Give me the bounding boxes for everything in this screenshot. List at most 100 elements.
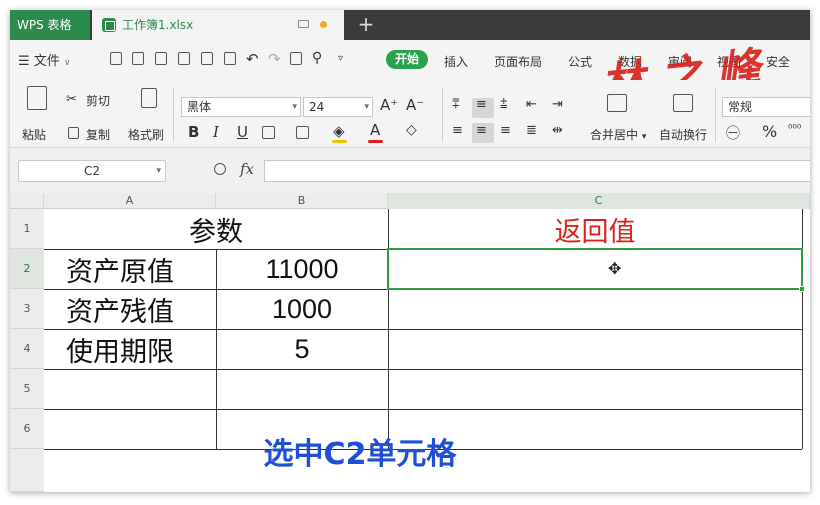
- font-color-icon[interactable]: A: [370, 121, 380, 139]
- align-bottom-icon[interactable]: ⩲: [500, 97, 508, 112]
- cross-cursor-icon: ✥: [608, 259, 622, 278]
- zoom-icon[interactable]: [214, 163, 226, 175]
- justify-icon[interactable]: ≣: [526, 123, 537, 138]
- font-name-select[interactable]: 黑体 ▾: [181, 97, 301, 117]
- chevron-down-icon: ∨: [63, 58, 71, 68]
- cell-style-icon[interactable]: [296, 126, 309, 139]
- row-header-3[interactable]: 3: [10, 289, 44, 329]
- preview-icon[interactable]: [224, 52, 236, 65]
- group-divider: [173, 88, 174, 142]
- wrap-text-icon: [673, 94, 693, 112]
- column-header-b[interactable]: B: [216, 193, 388, 209]
- outdent-icon[interactable]: ⇤: [526, 97, 537, 112]
- row-header-blank: [10, 449, 44, 492]
- monitor-icon[interactable]: [298, 20, 309, 28]
- column-header-a[interactable]: A: [44, 193, 216, 209]
- print-preview-icon[interactable]: [201, 52, 213, 65]
- fill-color-swatch: [332, 140, 347, 143]
- cell-a1-merged[interactable]: 参数: [44, 209, 388, 249]
- file-menu[interactable]: ☰ 文件 ∨: [18, 50, 71, 69]
- fill-color-icon[interactable]: ◈: [333, 122, 345, 140]
- copy-button[interactable]: 复制: [86, 126, 110, 143]
- align-right-icon[interactable]: ≡: [500, 123, 511, 138]
- group-divider: [715, 88, 716, 142]
- distribute-icon[interactable]: ⇹: [552, 123, 563, 138]
- bold-button[interactable]: B: [188, 123, 199, 141]
- undo-icon[interactable]: ↶: [246, 50, 259, 68]
- tab-insert[interactable]: 插入: [444, 53, 468, 70]
- print-icon[interactable]: [178, 52, 190, 65]
- eraser-icon[interactable]: ◇: [406, 122, 417, 138]
- grow-font-button[interactable]: A⁺: [380, 96, 398, 114]
- cell-b3[interactable]: 1000: [216, 289, 388, 329]
- export-pdf-icon[interactable]: [290, 52, 302, 65]
- hamburger-icon: ☰: [18, 54, 30, 69]
- shrink-font-button[interactable]: A⁻: [406, 96, 424, 114]
- column-header-c[interactable]: C: [388, 193, 810, 209]
- file-menu-label: 文件: [33, 54, 60, 69]
- align-top-icon[interactable]: ⩱: [452, 97, 460, 112]
- find-icon[interactable]: ⚲: [312, 50, 322, 66]
- row-header-4[interactable]: 4: [10, 329, 44, 369]
- formula-input[interactable]: [264, 160, 810, 182]
- cell-c1[interactable]: 返回值: [388, 209, 802, 249]
- align-middle-icon[interactable]: ≡: [476, 97, 487, 112]
- row-header-5[interactable]: 5: [10, 369, 44, 409]
- file-tab[interactable]: 工作簿1.xlsx: [92, 10, 344, 40]
- spreadsheet-grid[interactable]: A B C 1 2 3 4 5 6 参数 返回值 资产原值 11000 资产残值…: [10, 193, 810, 492]
- font-size-select[interactable]: 24 ▾: [303, 97, 373, 117]
- cell-a4[interactable]: 使用期限: [66, 329, 216, 369]
- underline-button[interactable]: U: [237, 123, 248, 141]
- app-tab[interactable]: WPS 表格: [10, 10, 90, 40]
- borders-icon[interactable]: [262, 126, 275, 139]
- chevron-down-icon: ▾: [156, 166, 161, 176]
- select-all-corner[interactable]: [10, 193, 44, 209]
- name-box[interactable]: C2 ▾: [18, 160, 166, 182]
- paste-button[interactable]: 粘贴: [22, 126, 46, 143]
- tab-start[interactable]: 开始: [386, 50, 428, 69]
- row-header-6[interactable]: 6: [10, 409, 44, 449]
- wrap-text-button[interactable]: 自动换行: [659, 126, 707, 143]
- percent-button[interactable]: %: [762, 122, 777, 141]
- indent-icon[interactable]: ⇥: [552, 97, 563, 112]
- number-format-select[interactable]: 常规: [722, 97, 810, 117]
- tab-formula[interactable]: 公式: [568, 53, 592, 70]
- italic-button[interactable]: I: [213, 123, 219, 141]
- spreadsheet-icon: [102, 18, 116, 32]
- chevron-down-icon: ▾: [292, 102, 297, 112]
- new-doc-icon[interactable]: [110, 52, 122, 65]
- tab-page-layout[interactable]: 页面布局: [494, 53, 542, 70]
- cell-b2[interactable]: 11000: [216, 249, 388, 289]
- menu-bar: ☰ 文件 ∨ ↶ ↷ ⚲ ▿ 开始 插入 页面布局 公式 数据 审阅 视图 安全…: [10, 40, 810, 111]
- ribbon-toolbar: 粘贴 ✂ 剪切 复制 格式刷 黑体 ▾ 24 ▾ A⁺ A⁻ B I U ◈ A…: [10, 80, 810, 148]
- cell-a3[interactable]: 资产残值: [66, 289, 216, 329]
- align-center-icon[interactable]: ≡: [476, 123, 487, 138]
- chevron-down-icon: ▾: [641, 132, 647, 142]
- font-color-swatch: [368, 140, 383, 143]
- open-folder-icon[interactable]: [132, 52, 144, 65]
- fill-handle[interactable]: [799, 286, 805, 292]
- currency-icon[interactable]: ㊀: [726, 123, 740, 143]
- fx-icon[interactable]: fx: [240, 160, 254, 178]
- save-icon[interactable]: [155, 52, 167, 65]
- align-left-icon[interactable]: ≡: [452, 123, 463, 138]
- new-tab-button[interactable]: +: [356, 10, 376, 40]
- scissors-icon: ✂: [66, 92, 77, 107]
- group-divider: [442, 88, 443, 142]
- app-window: WPS 表格 工作簿1.xlsx + ☰ 文件 ∨ ↶ ↷ ⚲ ▿ 开始 插入 …: [10, 10, 810, 492]
- thousands-icon[interactable]: ⁰⁰⁰: [788, 122, 801, 135]
- merge-center-button[interactable]: 合并居中 ▾: [590, 126, 646, 143]
- cut-button[interactable]: 剪切: [86, 92, 110, 109]
- title-bar: WPS 表格 工作簿1.xlsx +: [10, 10, 810, 40]
- merge-center-icon: [607, 94, 627, 112]
- format-painter-icon: [141, 88, 157, 108]
- paste-icon[interactable]: [27, 86, 47, 110]
- redo-icon[interactable]: ↷: [268, 50, 281, 68]
- cell-b4[interactable]: 5: [216, 329, 388, 369]
- row-header-1[interactable]: 1: [10, 209, 44, 249]
- format-painter-button[interactable]: 格式刷: [128, 126, 164, 143]
- cell-c2-selection[interactable]: [387, 248, 805, 292]
- more-chevron-icon[interactable]: ▿: [338, 53, 343, 64]
- cell-a2[interactable]: 资产原值: [66, 249, 216, 289]
- row-header-2[interactable]: 2: [10, 249, 44, 289]
